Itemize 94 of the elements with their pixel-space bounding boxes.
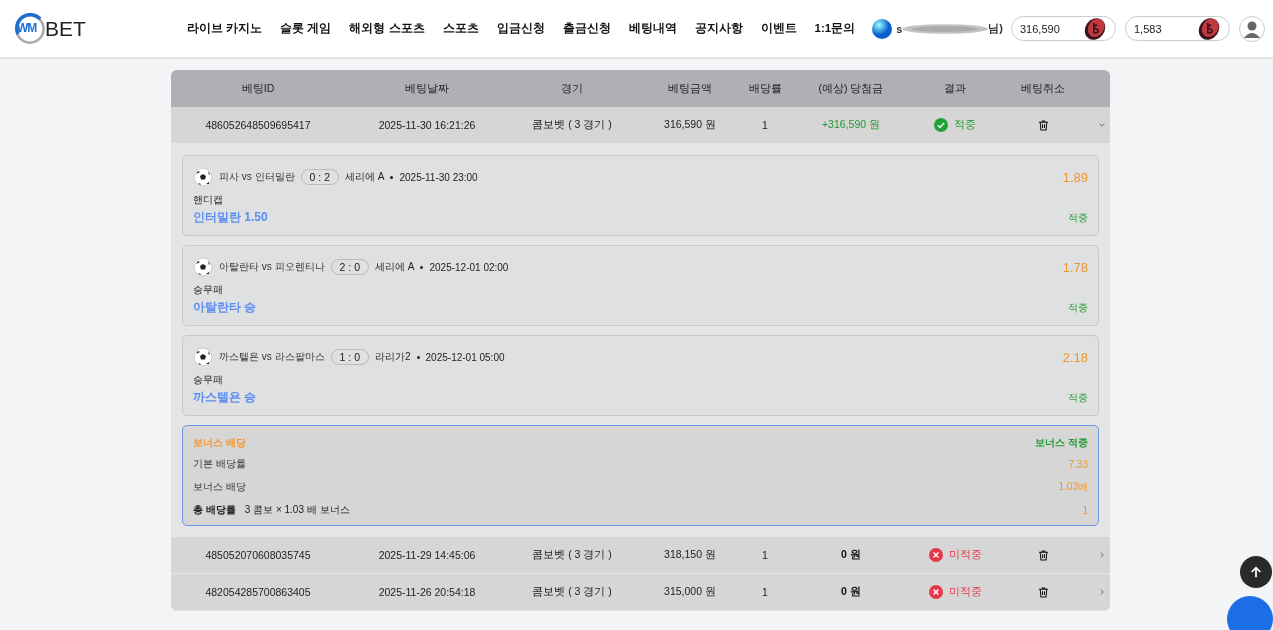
match-name: 피사 vs 인터밀란: [219, 170, 295, 184]
table-cell-text: 1: [761, 119, 769, 131]
selection-pick: 까스텔욘 승: [193, 389, 257, 406]
column-header: 배당률: [747, 81, 783, 96]
soccer-ball-icon: [193, 167, 213, 187]
selection-status: 적중: [1068, 300, 1088, 315]
table-cell-text: 485052070608035745: [204, 549, 312, 561]
selection-odds: 1.78: [1062, 259, 1088, 275]
result-label: 미적중: [948, 548, 982, 562]
trash-icon[interactable]: [1036, 585, 1050, 599]
nav-link[interactable]: 공지사항: [685, 21, 752, 36]
result-label: 적중: [954, 118, 976, 132]
nav-link[interactable]: 출금신청: [553, 21, 620, 36]
column-header: 베팅날짜: [404, 81, 450, 96]
trash-icon[interactable]: [1036, 548, 1050, 562]
trash-icon[interactable]: [1036, 118, 1050, 132]
selection-odds: 1.89: [1062, 169, 1088, 185]
nav-link[interactable]: 이벤트: [751, 21, 806, 36]
table-cell-text: 482054285700863405: [204, 586, 312, 598]
total-detail: 3 콤보 × 1.03 배 보너스: [244, 503, 350, 517]
market-name: 승무패: [193, 373, 224, 387]
nav-link[interactable]: 스포츠: [433, 21, 488, 36]
market-name: 핸디캡: [193, 193, 224, 207]
table-cell-text: 2025-11-30 16:21:26: [377, 119, 477, 131]
selection-pick: 아탈란타 승: [193, 299, 257, 316]
table-row[interactable]: 482054285700863405 2025-11-26 20:54:18 콤보벳 ( 3 경기 ) 315,000 원 1 0 원 미적중: [171, 574, 1110, 611]
nav-link[interactable]: 베팅내역: [619, 21, 686, 36]
separator-dot: [416, 355, 420, 359]
table-cell-text: 2025-11-29 14:45:06: [377, 549, 477, 561]
nav-link[interactable]: 1:1문의: [805, 21, 865, 36]
table-cell-text: 0 원: [840, 585, 862, 599]
column-header: (예상) 당첨금: [817, 81, 885, 96]
column-header: 결과: [943, 81, 967, 96]
soccer-ball-icon: [193, 257, 213, 277]
table-cell-text: 1: [761, 549, 769, 561]
table-cell-text: 486052648509695417: [204, 119, 312, 131]
league-name: 세리에 A: [345, 170, 385, 184]
bonus-status: 보너스 적중: [1035, 436, 1088, 450]
total-label: 총 배당률: [193, 503, 236, 517]
column-header: 베팅금액: [667, 81, 713, 96]
username: 님): [988, 21, 1003, 36]
bonus-value: 7.33: [1068, 458, 1088, 470]
coin-icon: [1197, 16, 1221, 41]
match-time: 2025-12-01 02:00: [429, 261, 509, 273]
market-name: 승무패: [193, 283, 224, 297]
soccer-ball-icon: [193, 347, 213, 367]
table-cell-text: 315,000 원: [663, 585, 717, 599]
bonus-title: 보너스 배당: [193, 436, 246, 450]
selection-pick: 인터밀란 1.50: [193, 209, 268, 226]
selection-status: 적중: [1068, 210, 1088, 225]
bonus-label: 기본 배당률: [193, 457, 246, 471]
bonus-value: 1.03배: [1058, 480, 1088, 494]
column-header: 베팅취소: [1020, 81, 1066, 96]
match-name: 까스텔욘 vs 라스팔마스: [219, 350, 325, 364]
nav-link[interactable]: 입금신청: [487, 21, 554, 36]
nav-link[interactable]: 라이브 카지노: [178, 21, 272, 36]
check-circle-icon: [934, 118, 948, 132]
total-value: 1: [1082, 504, 1088, 516]
username: s: [896, 22, 903, 35]
avatar-icon[interactable]: [1239, 15, 1265, 42]
column-header: 경기: [560, 81, 584, 96]
table-cell-text: +316,590 원: [821, 118, 881, 132]
table-cell-text: 콤보벳 ( 3 경기 ): [531, 548, 613, 562]
separator-dot: [420, 265, 424, 269]
x-circle-icon: [928, 585, 943, 599]
table-cell-text: 318,150 원: [663, 548, 717, 562]
table-row[interactable]: 486052648509695417 2025-11-30 16:21:26 콤보벳 ( 3 경기 ) 316,590 원 1 +316,590 원 적중: [171, 107, 1110, 144]
league-name: 라리가2: [375, 350, 411, 364]
table-cell-text: 콤보벳 ( 3 경기 ): [531, 118, 613, 132]
selection-odds: 2.18: [1062, 349, 1088, 365]
table-cell-text: 1: [761, 586, 769, 598]
column-header: 베팅ID: [240, 81, 276, 96]
chat-button[interactable]: [1227, 596, 1273, 630]
coin-icon: [1083, 16, 1107, 41]
match-time: 2025-12-01 05:00: [425, 351, 505, 363]
match-time: 2025-11-30 23:00: [399, 171, 478, 183]
table-cell-text: 2025-11-26 20:54:18: [377, 586, 477, 598]
globe-icon: [872, 18, 893, 39]
logo[interactable]: WM BET: [13, 10, 164, 47]
nav-link[interactable]: 해외형 스포츠: [340, 21, 434, 36]
x-circle-icon: [928, 548, 943, 562]
table-cell-text: 0 원: [840, 548, 862, 562]
table-cell-text: 316,590 원: [663, 118, 717, 132]
league-name: 세리에 A: [375, 260, 415, 274]
selection-status: 적중: [1068, 390, 1088, 405]
bonus-label: 보너스 배당: [193, 480, 246, 494]
separator-dot: [390, 175, 394, 179]
nav-link[interactable]: 슬롯 게임: [271, 21, 341, 36]
arrow-up-icon: [1249, 565, 1263, 579]
scroll-top-button[interactable]: [1240, 556, 1272, 588]
table-row[interactable]: 485052070608035745 2025-11-29 14:45:06 콤보벳 ( 3 경기 ) 318,150 원 1 0 원 미적중: [171, 537, 1110, 574]
result-label: 미적중: [948, 585, 982, 599]
table-cell-text: 콤보벳 ( 3 경기 ): [531, 585, 613, 599]
match-name: 아탈란타 vs 피오렌티나: [219, 260, 325, 274]
